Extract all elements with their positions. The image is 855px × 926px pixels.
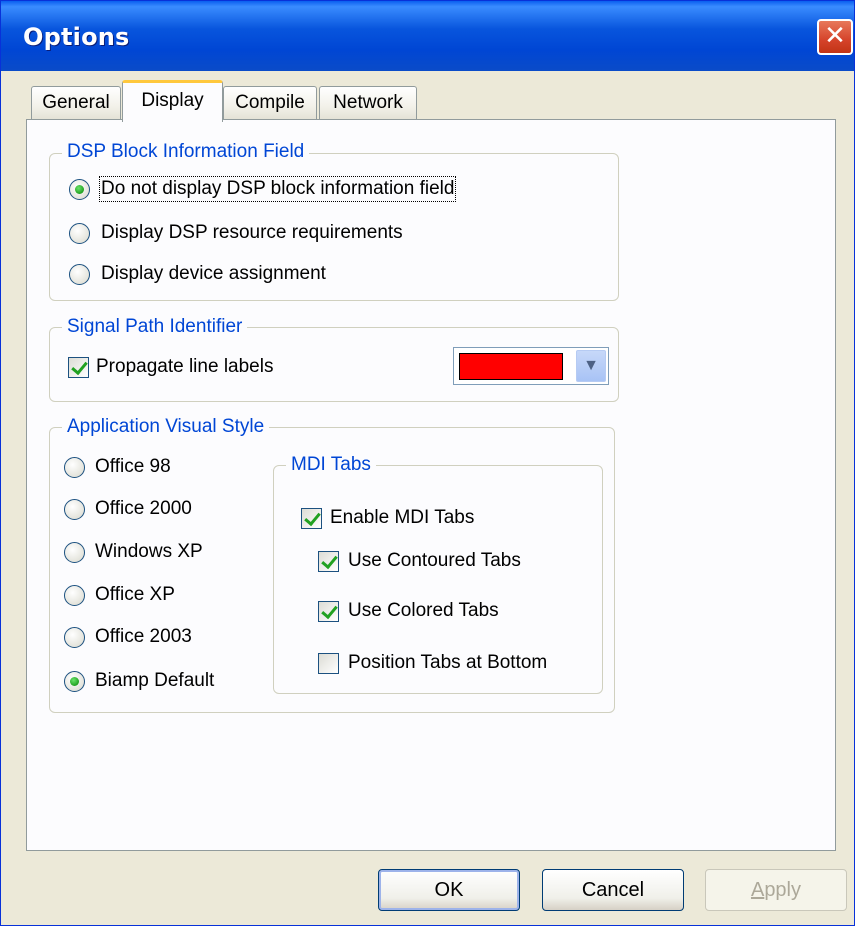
radio-windows-xp-label[interactable]: Windows XP [95,541,203,563]
dialog-title: Options [23,23,130,51]
radio-office-98-label[interactable]: Office 98 [95,456,171,478]
apply-mnemonic: A [750,879,765,901]
radio-dsp-none[interactable] [69,179,90,200]
apply-label-rest: pply [764,879,802,901]
close-button[interactable]: ✕ [817,19,853,55]
radio-office-2000[interactable] [64,499,85,520]
radio-office-98[interactable] [64,457,85,478]
use-colored-tabs-label[interactable]: Use Colored Tabs [348,600,499,622]
close-icon: ✕ [824,21,846,51]
options-dialog: Options ✕ General Display Compile Networ… [0,0,855,926]
propagate-line-labels-label[interactable]: Propagate line labels [96,356,273,378]
radio-biamp-default-label[interactable]: Biamp Default [95,670,214,692]
line-color-dropdown[interactable]: ▼ [453,347,609,385]
title-bar[interactable]: Options ✕ [1,1,854,71]
radio-dsp-device[interactable] [69,264,90,285]
tab-compile[interactable]: Compile [223,86,317,120]
propagate-line-labels-checkbox[interactable] [68,357,89,378]
enable-mdi-tabs-label[interactable]: Enable MDI Tabs [330,507,474,529]
radio-dsp-resources-label[interactable]: Display DSP resource requirements [101,222,403,244]
chevron-down-icon[interactable]: ▼ [576,350,606,382]
dsp-block-legend: DSP Block Information Field [62,141,310,163]
radio-windows-xp[interactable] [64,542,85,563]
radio-dsp-device-label[interactable]: Display device assignment [101,263,326,285]
use-colored-tabs-checkbox[interactable] [318,601,339,622]
radio-office-2000-label[interactable]: Office 2000 [95,498,192,520]
color-swatch [459,353,563,380]
position-tabs-bottom-label[interactable]: Position Tabs at Bottom [348,652,547,674]
radio-office-xp[interactable] [64,585,85,606]
use-contoured-tabs-label[interactable]: Use Contoured Tabs [348,550,521,572]
signal-path-legend: Signal Path Identifier [62,316,248,338]
radio-dsp-none-label[interactable]: Do not display DSP block information fie… [98,176,457,202]
cancel-button[interactable]: Cancel [542,869,684,911]
radio-office-2003-label[interactable]: Office 2003 [95,626,192,648]
tab-general[interactable]: General [31,86,121,120]
apply-button[interactable]: Apply [705,869,847,911]
position-tabs-bottom-checkbox[interactable] [318,653,339,674]
tab-network[interactable]: Network [319,86,417,120]
radio-office-2003[interactable] [64,627,85,648]
enable-mdi-tabs-checkbox[interactable] [301,508,322,529]
use-contoured-tabs-checkbox[interactable] [318,551,339,572]
radio-dsp-resources[interactable] [69,223,90,244]
radio-biamp-default[interactable] [64,671,85,692]
radio-office-xp-label[interactable]: Office XP [95,584,175,606]
visual-style-legend: Application Visual Style [62,416,270,438]
tab-display[interactable]: Display [122,80,223,122]
ok-button[interactable]: OK [378,869,520,911]
mdi-tabs-legend: MDI Tabs [286,454,376,476]
